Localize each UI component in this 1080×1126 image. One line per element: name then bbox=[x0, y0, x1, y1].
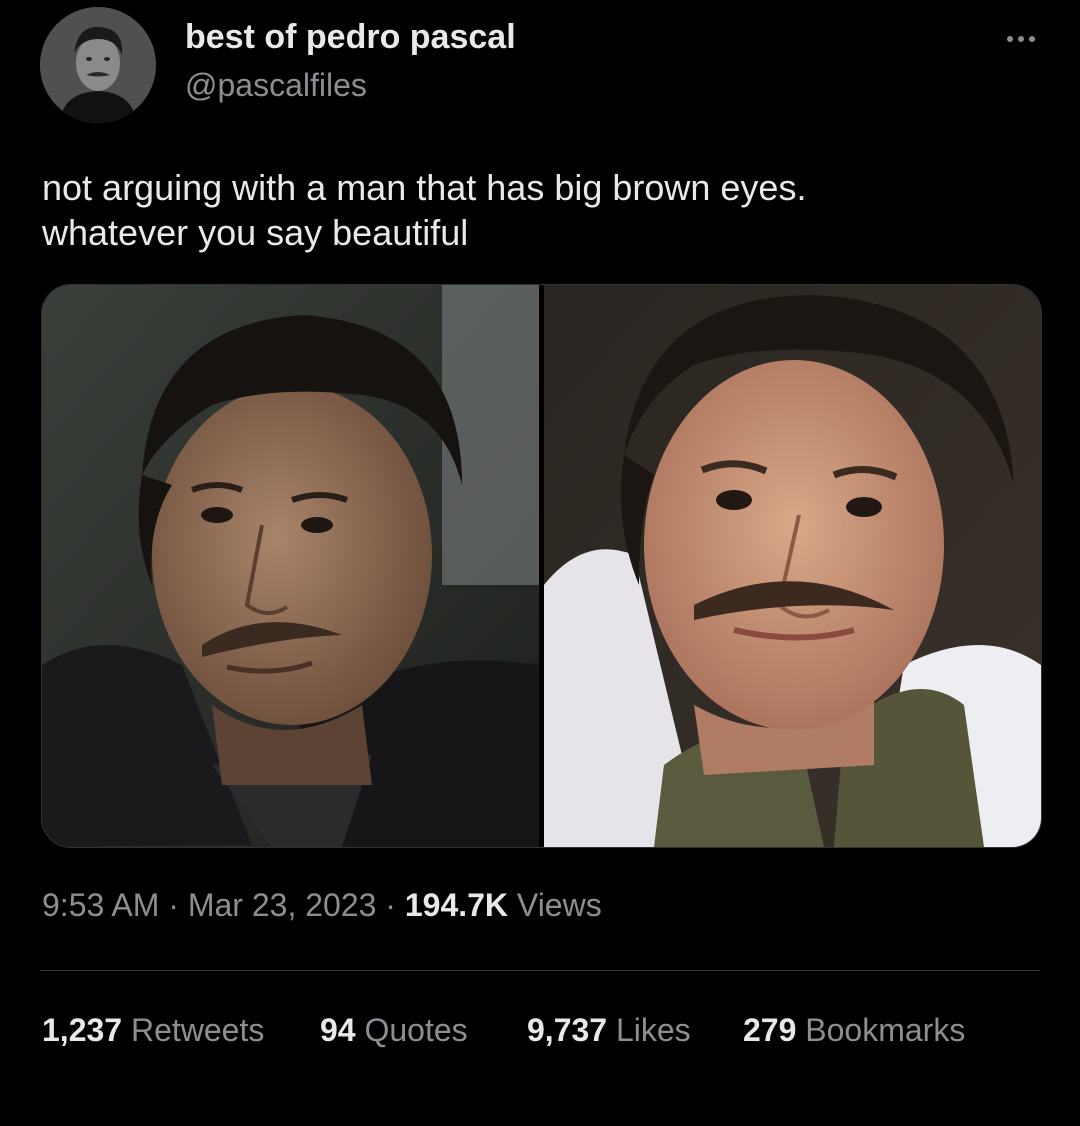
meta-separator: · bbox=[168, 887, 179, 923]
media-grid bbox=[41, 284, 1042, 848]
tweet-meta: 9:53 AM · Mar 23, 2023 · 194.7K Views bbox=[42, 887, 602, 924]
bookmarks-stat[interactable]: 279 Bookmarks bbox=[743, 1012, 965, 1049]
more-options-icon[interactable] bbox=[1000, 18, 1042, 60]
retweets-label: Retweets bbox=[130, 1012, 265, 1048]
quotes-count: 94 bbox=[320, 1012, 356, 1048]
tweet: best of pedro pascal @pascalfiles not ar… bbox=[0, 0, 1080, 1126]
tweet-text: not arguing with a man that has big brow… bbox=[42, 165, 1042, 255]
retweets-count: 1,237 bbox=[42, 1012, 123, 1048]
divider bbox=[40, 970, 1040, 971]
media-photo-left[interactable] bbox=[42, 285, 539, 847]
meta-separator: · bbox=[385, 887, 396, 923]
photo-man-dark-jacket-icon bbox=[42, 285, 539, 847]
handle[interactable]: @pascalfiles bbox=[185, 67, 367, 104]
quotes-label: Quotes bbox=[364, 1012, 468, 1048]
tweet-text-line-2: whatever you say beautiful bbox=[42, 212, 469, 253]
tweet-text-line-1: not arguing with a man that has big brow… bbox=[42, 167, 807, 208]
quotes-stat[interactable]: 94 Quotes bbox=[320, 1012, 468, 1049]
retweets-stat[interactable]: 1,237 Retweets bbox=[42, 1012, 264, 1049]
photo-man-white-collar-icon bbox=[544, 285, 1041, 847]
tweet-date[interactable]: Mar 23, 2023 bbox=[188, 887, 377, 923]
display-name[interactable]: best of pedro pascal bbox=[185, 18, 516, 57]
bookmarks-count: 279 bbox=[743, 1012, 797, 1048]
media-photo-right[interactable] bbox=[544, 285, 1041, 847]
tweet-time[interactable]: 9:53 AM bbox=[42, 887, 159, 923]
profile-photo-icon bbox=[40, 7, 156, 123]
views-label: Views bbox=[516, 887, 602, 923]
bookmarks-label: Bookmarks bbox=[805, 1012, 966, 1048]
views-count: 194.7K bbox=[404, 887, 509, 923]
likes-stat[interactable]: 9,737 Likes bbox=[527, 1012, 691, 1049]
likes-count: 9,737 bbox=[527, 1012, 608, 1048]
avatar[interactable] bbox=[40, 7, 156, 123]
likes-label: Likes bbox=[615, 1012, 691, 1048]
